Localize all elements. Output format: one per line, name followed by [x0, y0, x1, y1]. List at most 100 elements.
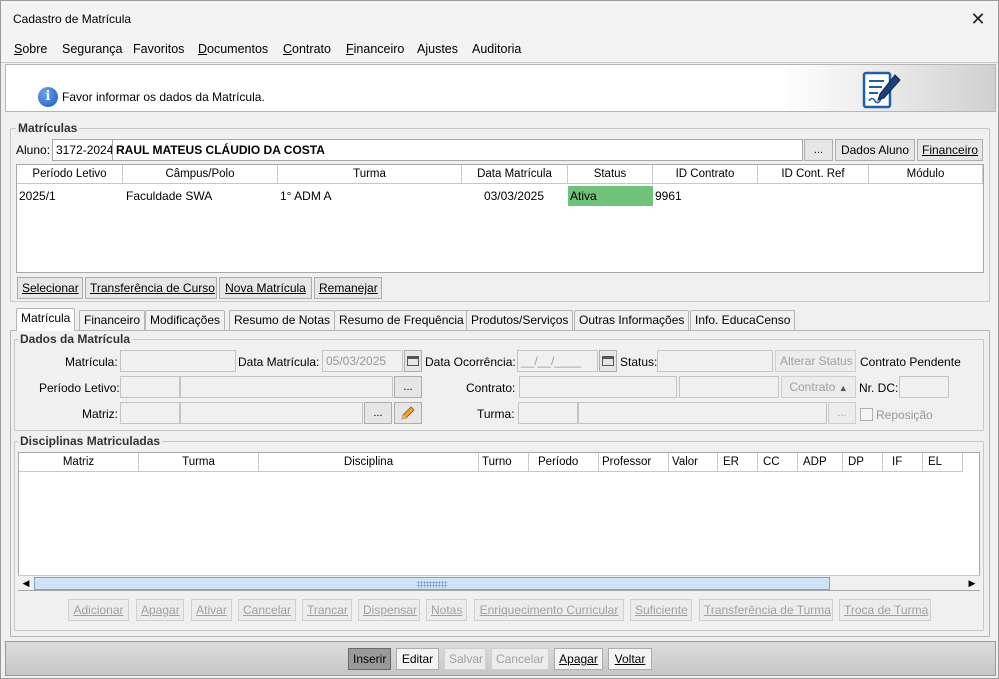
- aluno-name-field[interactable]: RAUL MATEUS CLÁUDIO DA COSTA: [112, 139, 803, 161]
- data-matricula-calendar-button[interactable]: [404, 350, 422, 372]
- cell-id-ref: [758, 186, 869, 206]
- menu-ajustes[interactable]: Ajustes: [417, 42, 458, 56]
- data-ocorrencia-calendar-button[interactable]: [599, 350, 617, 372]
- title-bar: Cadastro de Matrícula ✕: [1, 1, 998, 37]
- col-professor[interactable]: Professor: [599, 453, 669, 472]
- scrollbar-thumb[interactable]: [34, 577, 830, 590]
- main-window: Cadastro de Matrícula ✕ Sobre Segurança …: [0, 0, 999, 679]
- turma-code-field[interactable]: [518, 402, 578, 424]
- col-disciplina[interactable]: Disciplina: [259, 453, 479, 472]
- col-if[interactable]: IF: [883, 453, 923, 472]
- cancelar-button[interactable]: Cancelar: [491, 648, 549, 670]
- close-icon[interactable]: ✕: [966, 7, 990, 31]
- alterar-status-button[interactable]: Alterar Status: [775, 350, 856, 372]
- menu-contrato[interactable]: Contrato: [283, 42, 331, 56]
- contrato-field-2[interactable]: [679, 376, 779, 398]
- data-ocorrencia-field[interactable]: __/__/____: [517, 350, 598, 372]
- col-turno[interactable]: Turno: [479, 453, 529, 472]
- transferencia-curso-button[interactable]: Transferência de Curso: [85, 277, 217, 299]
- horizontal-scrollbar[interactable]: ◀ ▶: [18, 575, 980, 590]
- turma-desc-field[interactable]: [578, 402, 827, 424]
- col-el[interactable]: EL: [923, 453, 963, 472]
- data-matricula-field[interactable]: 05/03/2025: [322, 350, 403, 372]
- col-modulo[interactable]: Módulo: [869, 165, 983, 184]
- inserir-button[interactable]: Inserir: [348, 648, 391, 670]
- tab-produtos-servicos[interactable]: Produtos/Serviços: [466, 310, 574, 330]
- periodo-letivo-label: Período Letivo:: [39, 381, 120, 395]
- cell-modulo: [869, 186, 983, 206]
- periodo-desc-field[interactable]: [180, 376, 393, 398]
- trancar-button[interactable]: Trancar: [302, 599, 352, 621]
- editar-button[interactable]: Editar: [396, 648, 439, 670]
- tab-info-educacenso[interactable]: Info. EducaCenso: [690, 310, 796, 330]
- menu-auditoria[interactable]: Auditoria: [472, 42, 521, 56]
- selecionar-button[interactable]: Selecionar: [17, 277, 83, 299]
- dispensar-button[interactable]: Dispensar: [358, 599, 420, 621]
- matriz-desc-field[interactable]: [180, 402, 363, 424]
- enriquecimento-curricular-button[interactable]: Enriquecimento Curricular: [474, 599, 624, 621]
- tab-financeiro[interactable]: Financeiro: [79, 310, 146, 330]
- window-title: Cadastro de Matrícula: [13, 12, 132, 26]
- nova-matricula-button[interactable]: Nova Matrícula: [219, 277, 312, 299]
- troca-turma-button[interactable]: Troca de Turma: [839, 599, 931, 621]
- col-status[interactable]: Status: [568, 165, 653, 184]
- col-id-contrato[interactable]: ID Contrato: [653, 165, 758, 184]
- disciplinas-title: Disciplinas Matriculadas: [18, 434, 163, 448]
- transferencia-turma-button[interactable]: Transferência de Turma: [699, 599, 833, 621]
- periodo-code-field[interactable]: [120, 376, 180, 398]
- contrato-dropdown-button[interactable]: Contrato ▲: [781, 376, 856, 398]
- tab-outras-informacoes[interactable]: Outras Informações: [574, 310, 690, 330]
- aluno-search-button[interactable]: ...: [804, 139, 833, 161]
- col-campus-polo[interactable]: Câmpus/Polo: [123, 165, 278, 184]
- nr-dc-field[interactable]: [899, 376, 949, 398]
- matricula-field[interactable]: [120, 350, 236, 372]
- col-periodo[interactable]: Período: [529, 453, 599, 472]
- salvar-button[interactable]: Salvar: [444, 648, 486, 670]
- col-er[interactable]: ER: [718, 453, 758, 472]
- status-field[interactable]: [657, 350, 773, 372]
- aluno-code-field[interactable]: 3172-2024: [52, 139, 113, 161]
- col-adp[interactable]: ADP: [798, 453, 843, 472]
- col-periodo-letivo[interactable]: Período Letivo: [17, 165, 123, 184]
- scroll-right-icon[interactable]: ▶: [965, 577, 979, 590]
- cancelar-disciplina-button[interactable]: Cancelar: [238, 599, 296, 621]
- tab-modificacoes[interactable]: Modificações: [145, 310, 226, 330]
- matriz-search-button[interactable]: ...: [364, 402, 392, 424]
- menu-financeiro[interactable]: Financeiro: [346, 42, 404, 56]
- col-id-cont-ref[interactable]: ID Cont. Ref: [758, 165, 869, 184]
- notas-button[interactable]: Notas: [426, 599, 467, 621]
- dados-aluno-button[interactable]: Dados Aluno: [835, 139, 915, 161]
- periodo-search-button[interactable]: ...: [394, 376, 422, 398]
- matriz-edit-button[interactable]: [394, 402, 422, 424]
- suficiente-button[interactable]: Suficiente: [630, 599, 692, 621]
- turma-label: Turma:: [477, 407, 515, 421]
- pencil-icon: [401, 406, 415, 420]
- banner-message: Favor informar os dados da Matrícula.: [62, 90, 265, 104]
- col-turma[interactable]: Turma: [139, 453, 259, 472]
- col-valor[interactable]: Valor: [669, 453, 718, 472]
- scroll-left-icon[interactable]: ◀: [19, 577, 33, 590]
- tab-resumo-frequencia[interactable]: Resumo de Frequência: [334, 310, 469, 330]
- matriz-code-field[interactable]: [120, 402, 180, 424]
- apagar-disciplina-button[interactable]: Apagar: [136, 599, 184, 621]
- voltar-button[interactable]: Voltar: [608, 648, 652, 670]
- menu-documentos[interactable]: Documentos: [198, 42, 268, 56]
- col-dp[interactable]: DP: [843, 453, 883, 472]
- menu-favoritos[interactable]: Favoritos: [133, 42, 184, 56]
- adicionar-button[interactable]: Adicionar: [68, 599, 129, 621]
- reposicao-checkbox[interactable]: [860, 408, 873, 421]
- tab-resumo-notas[interactable]: Resumo de Notas: [229, 310, 336, 330]
- menu-seguranca[interactable]: Segurança: [62, 42, 122, 56]
- financeiro-button[interactable]: Financeiro: [917, 139, 983, 161]
- menu-sobre[interactable]: Sobre: [14, 42, 47, 56]
- col-data-matricula[interactable]: Data Matrícula: [462, 165, 568, 184]
- remanejar-button[interactable]: Remanejar: [314, 277, 382, 299]
- col-cc[interactable]: CC: [758, 453, 798, 472]
- col-matriz[interactable]: Matriz: [19, 453, 139, 472]
- tab-matricula[interactable]: Matrícula: [16, 308, 76, 331]
- contrato-field-1[interactable]: [519, 376, 677, 398]
- apagar-button[interactable]: Apagar: [554, 648, 603, 670]
- col-turma[interactable]: Turma: [278, 165, 462, 184]
- ativar-button[interactable]: Ativar: [191, 599, 232, 621]
- turma-search-button[interactable]: ...: [828, 402, 856, 424]
